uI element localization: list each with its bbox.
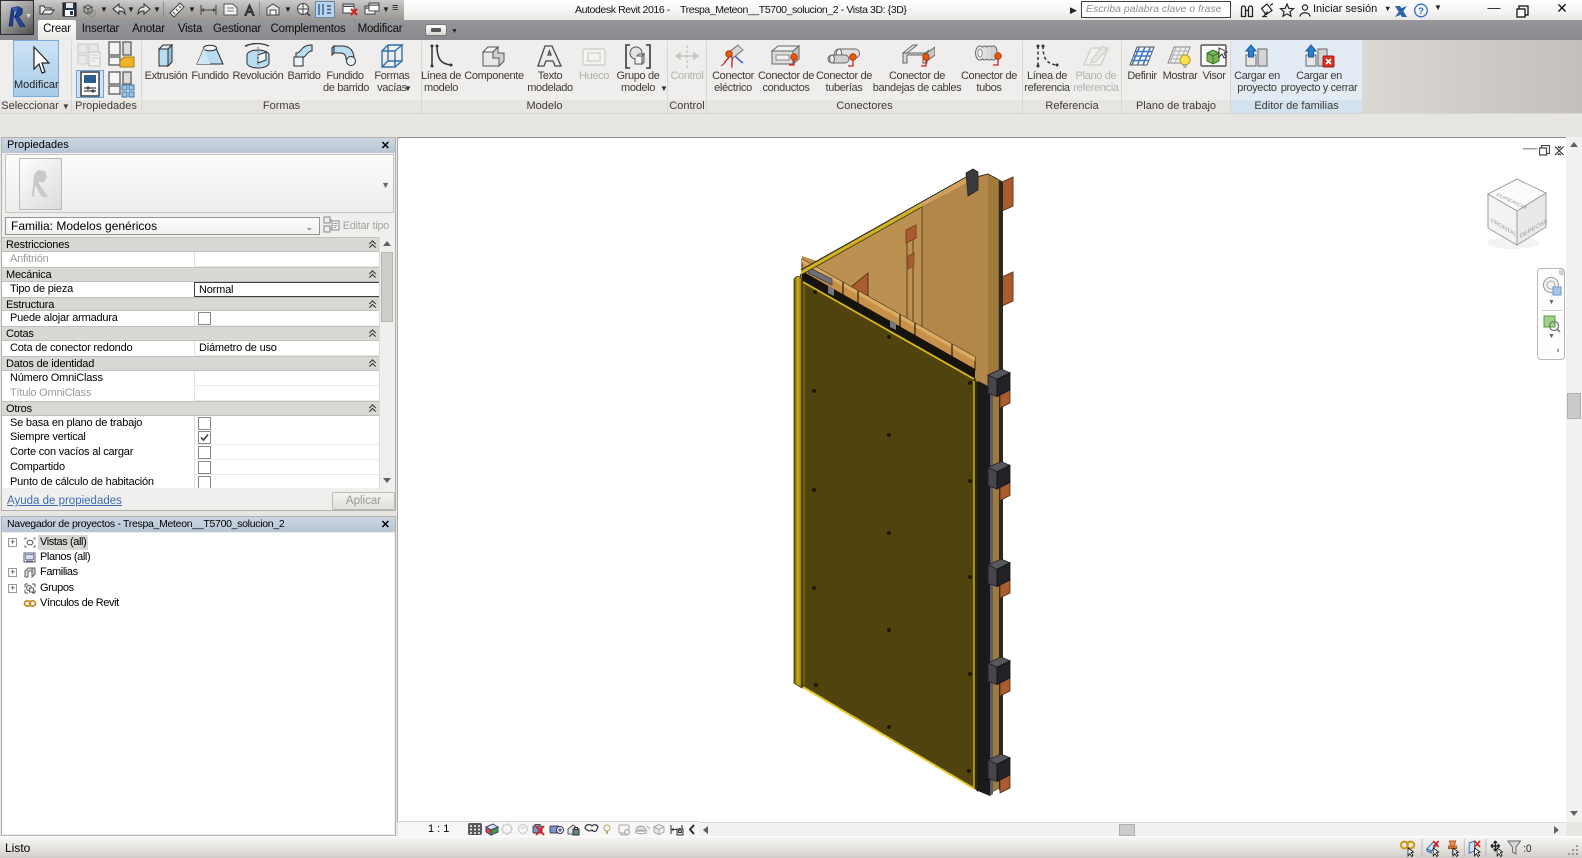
svg-text:?: ?	[1418, 6, 1424, 17]
svg-text::0: :0	[1523, 844, 1531, 856]
